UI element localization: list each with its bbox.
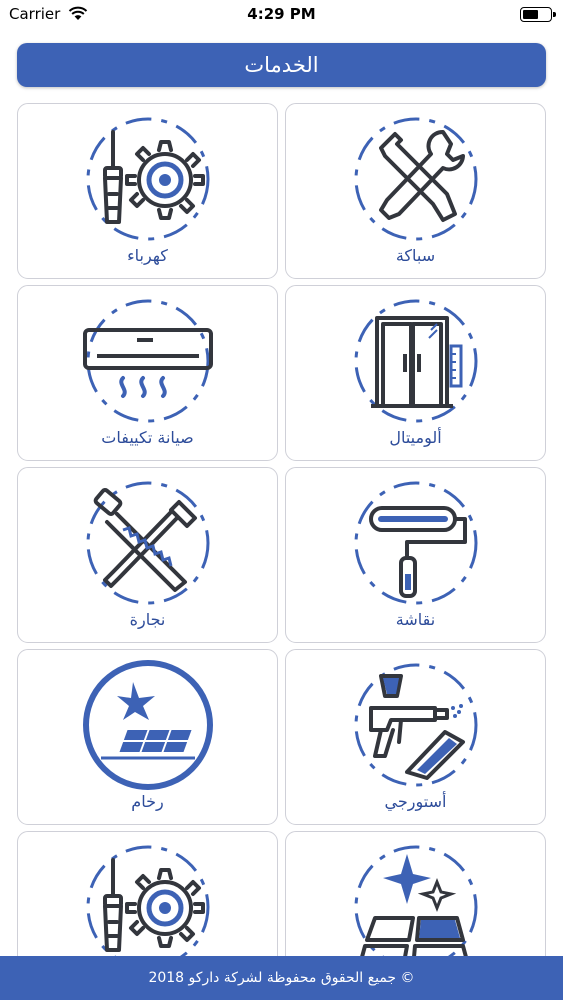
electricity-icon bbox=[86, 845, 209, 969]
service-label: سباكة bbox=[395, 246, 436, 265]
service-card-plumbing[interactable]: سباكة bbox=[285, 103, 546, 279]
air-conditioner-icon bbox=[82, 299, 213, 423]
plumbing-icon bbox=[354, 117, 477, 241]
service-label: كهرباء bbox=[127, 246, 168, 265]
service-label: أستورجي bbox=[384, 792, 447, 811]
service-card-ac-maintenance[interactable]: صيانة تكييفات bbox=[17, 285, 278, 461]
status-bar: Carrier 4:29 PM bbox=[0, 0, 563, 32]
service-label: صيانة تكييفات bbox=[101, 428, 194, 447]
electricity-icon bbox=[86, 117, 209, 241]
paint-roller-icon bbox=[354, 481, 477, 605]
service-card-electricity[interactable]: كهرباء bbox=[17, 103, 278, 279]
service-card-spray-painting[interactable]: أستورجي bbox=[285, 649, 546, 825]
service-card-carpentry[interactable]: نجارة bbox=[17, 467, 278, 643]
tile-cleaning-icon bbox=[354, 845, 477, 970]
battery-icon bbox=[520, 7, 556, 22]
header-bar: الخدمات bbox=[17, 43, 546, 87]
copyright-text: جميع الحقوق محفوظة لشركة داركو 2018 © bbox=[148, 970, 415, 986]
spray-gun-icon bbox=[354, 663, 477, 787]
service-card-marble[interactable]: رخام bbox=[17, 649, 278, 825]
service-label: رخام bbox=[131, 792, 164, 811]
service-card-aluminum[interactable]: ألوميتال bbox=[285, 285, 546, 461]
footer-bar: جميع الحقوق محفوظة لشركة داركو 2018 © bbox=[0, 956, 563, 1000]
marble-icon bbox=[82, 660, 213, 790]
service-card-painting[interactable]: نقاشة bbox=[285, 467, 546, 643]
clock: 4:29 PM bbox=[247, 5, 316, 23]
service-label: نجارة bbox=[129, 610, 166, 629]
service-label: ألوميتال bbox=[389, 428, 442, 447]
aluminum-window-icon bbox=[354, 299, 477, 423]
service-label: نقاشة bbox=[395, 610, 436, 629]
page-title: الخدمات bbox=[244, 53, 319, 77]
carpentry-icon bbox=[86, 481, 209, 605]
